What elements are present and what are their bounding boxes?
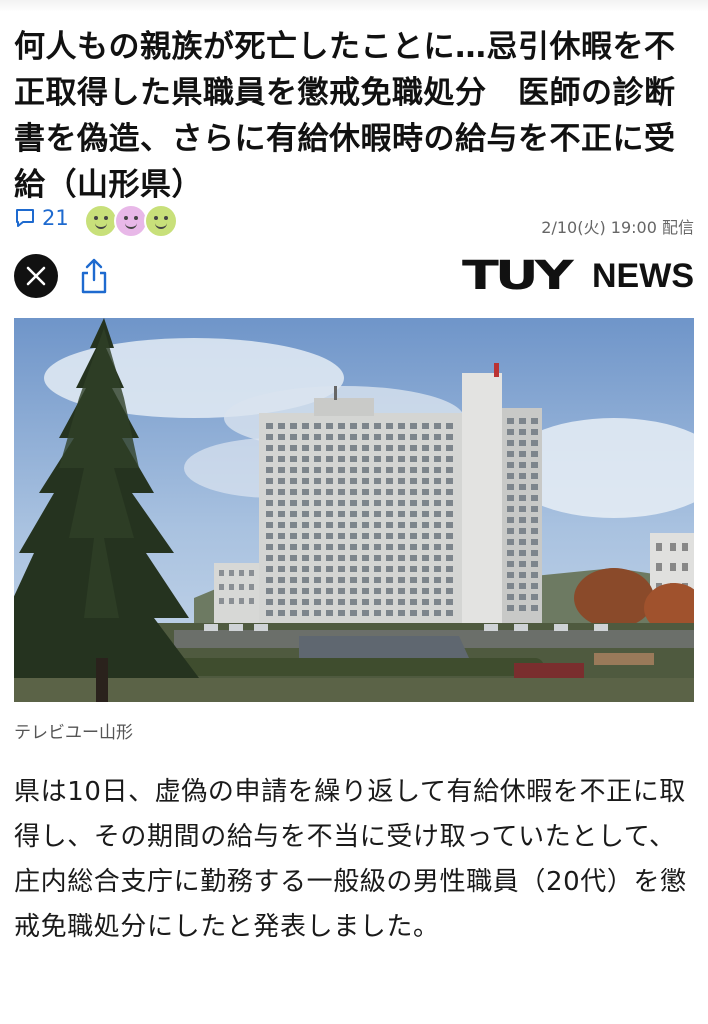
share-row: TUY NEWS: [14, 252, 694, 300]
smile-face-icon: [144, 204, 178, 238]
reaction-summary[interactable]: [84, 204, 178, 238]
share-icon: [81, 258, 107, 294]
comment-count: 21: [42, 206, 69, 230]
article-headline: 何人もの親族が死亡したことに…忌引休暇を不正取得した県職員を懲戒免職処分 医師の…: [14, 29, 676, 203]
article-meta: 21 2/10(火) 19:00 配信: [14, 204, 694, 240]
x-share-button[interactable]: [14, 254, 58, 298]
smile-face-icon: [84, 204, 118, 238]
source-logo-mark: TUY: [462, 253, 574, 299]
article-body: 県は10日、虚偽の申請を繰り返して有給休暇を不正に取得し、その期間の給与を不当に…: [14, 777, 687, 942]
top-edge: [0, 0, 708, 12]
comments-link[interactable]: 21: [14, 206, 69, 230]
source-logo[interactable]: TUY NEWS: [462, 256, 694, 296]
publish-date: 2/10(火) 19:00 配信: [541, 218, 694, 237]
government-building-photo: [14, 318, 694, 702]
article-photo[interactable]: [14, 318, 694, 702]
share-button[interactable]: [78, 256, 110, 296]
smile-face-icon: [114, 204, 148, 238]
x-logo-icon: [26, 266, 46, 286]
photo-caption: テレビユー山形: [14, 723, 133, 743]
source-logo-word: NEWS: [592, 257, 694, 295]
comment-icon: [16, 209, 34, 227]
